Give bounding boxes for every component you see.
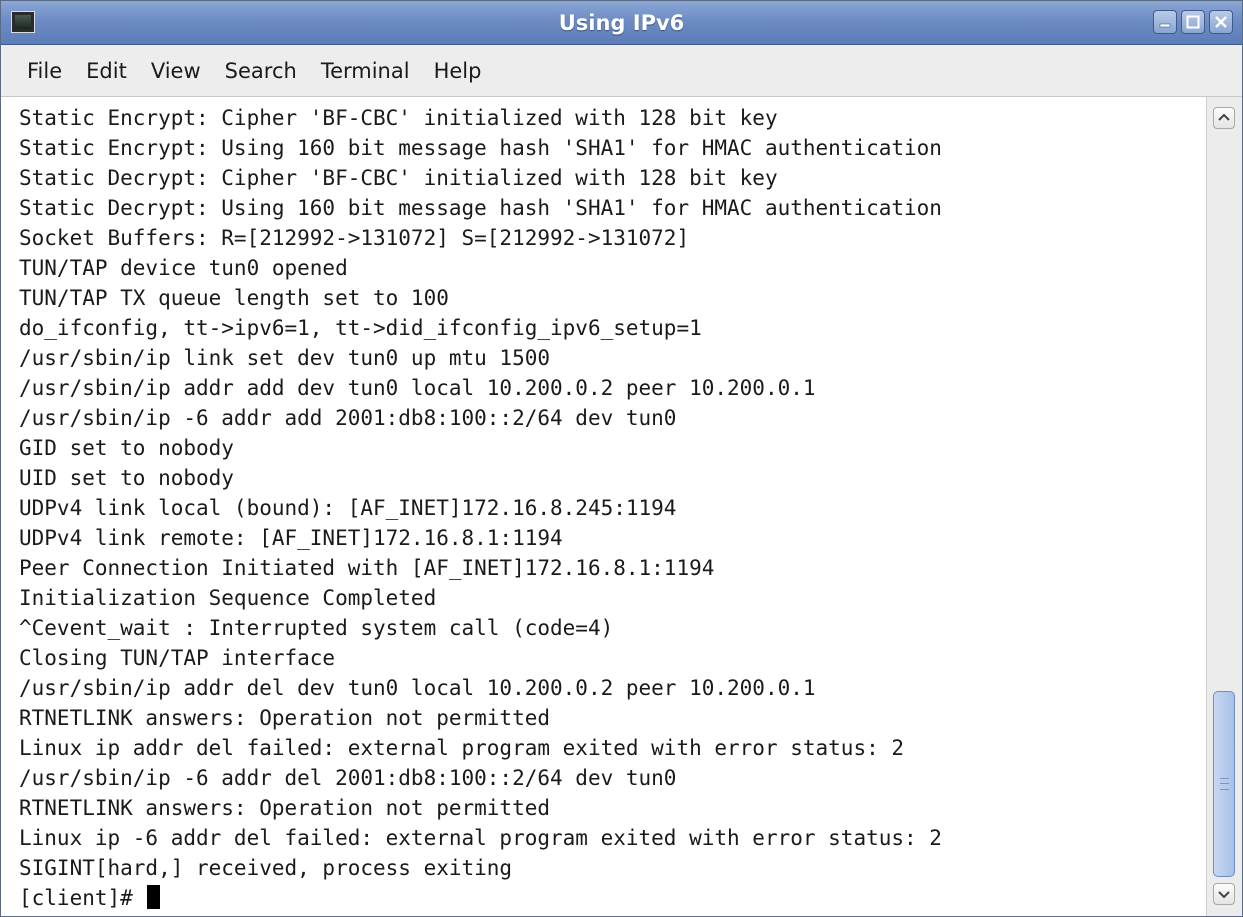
close-icon bbox=[1215, 16, 1227, 28]
menu-bar: File Edit View Search Terminal Help bbox=[1, 45, 1242, 97]
terminal-line: Static Decrypt: Using 160 bit message ha… bbox=[19, 196, 942, 220]
terminal-line: Socket Buffers: R=[212992->131072] S=[21… bbox=[19, 226, 690, 250]
minimize-button[interactable] bbox=[1153, 10, 1177, 34]
terminal-line: Initialization Sequence Completed bbox=[19, 586, 437, 610]
terminal-line: UID set to nobody bbox=[19, 466, 234, 490]
menu-edit[interactable]: Edit bbox=[82, 57, 131, 85]
terminal-window: Using IPv6 File Edit View Search Termina… bbox=[0, 0, 1243, 917]
scroll-down-button[interactable] bbox=[1213, 883, 1235, 905]
terminal-line: GID set to nobody bbox=[19, 436, 234, 460]
terminal-line: UDPv4 link remote: [AF_INET]172.16.8.1:1… bbox=[19, 526, 563, 550]
scroll-up-arrow-icon bbox=[1218, 113, 1230, 121]
terminal-line: TUN/TAP device tun0 opened bbox=[19, 256, 348, 280]
title-bar[interactable]: Using IPv6 bbox=[1, 1, 1242, 45]
scroll-thumb[interactable] bbox=[1213, 691, 1235, 877]
terminal-line: SIGINT[hard,] received, process exiting bbox=[19, 856, 513, 880]
terminal-line: RTNETLINK answers: Operation not permitt… bbox=[19, 796, 551, 820]
close-button[interactable] bbox=[1209, 10, 1233, 34]
window-title: Using IPv6 bbox=[558, 11, 685, 35]
terminal-line: Static Encrypt: Cipher 'BF-CBC' initiali… bbox=[19, 106, 778, 130]
maximize-button[interactable] bbox=[1181, 10, 1205, 34]
grip-icon bbox=[1220, 778, 1229, 790]
terminal-line: do_ifconfig, tt->ipv6=1, tt->did_ifconfi… bbox=[19, 316, 702, 340]
terminal-line: TUN/TAP TX queue length set to 100 bbox=[19, 286, 449, 310]
terminal-line: Linux ip -6 addr del failed: external pr… bbox=[19, 826, 942, 850]
terminal-line: ^Cevent_wait : Interrupted system call (… bbox=[19, 616, 614, 640]
shell-prompt: [client]# bbox=[19, 886, 146, 910]
minimize-icon bbox=[1159, 23, 1171, 28]
maximize-icon bbox=[1186, 15, 1200, 29]
terminal-line: Static Decrypt: Cipher 'BF-CBC' initiali… bbox=[19, 166, 778, 190]
terminal-line: RTNETLINK answers: Operation not permitt… bbox=[19, 706, 551, 730]
menu-help[interactable]: Help bbox=[430, 57, 486, 85]
terminal-output[interactable]: Static Encrypt: Cipher 'BF-CBC' initiali… bbox=[1, 97, 1206, 916]
terminal-line: Peer Connection Initiated with [AF_INET]… bbox=[19, 556, 715, 580]
terminal-line: Linux ip addr del failed: external progr… bbox=[19, 736, 905, 760]
scroll-down-arrow-icon bbox=[1218, 891, 1230, 899]
vertical-scrollbar[interactable] bbox=[1206, 97, 1242, 916]
terminal-line: UDPv4 link local (bound): [AF_INET]172.1… bbox=[19, 496, 677, 520]
scroll-up-button[interactable] bbox=[1213, 107, 1235, 129]
menu-search[interactable]: Search bbox=[221, 57, 301, 85]
terminal-line: /usr/sbin/ip addr add dev tun0 local 10.… bbox=[19, 376, 816, 400]
terminal-line: /usr/sbin/ip addr del dev tun0 local 10.… bbox=[19, 676, 816, 700]
menu-terminal[interactable]: Terminal bbox=[317, 57, 414, 85]
terminal-line: Static Encrypt: Using 160 bit message ha… bbox=[19, 136, 942, 160]
terminal-prompt-line[interactable]: [client]# bbox=[19, 883, 942, 913]
terminal-lines: Static Encrypt: Cipher 'BF-CBC' initiali… bbox=[19, 103, 942, 913]
menu-view[interactable]: View bbox=[147, 57, 205, 85]
terminal-line: /usr/sbin/ip -6 addr add 2001:db8:100::2… bbox=[19, 406, 677, 430]
text-cursor bbox=[147, 885, 161, 909]
menu-file[interactable]: File bbox=[23, 57, 66, 85]
terminal-line: Closing TUN/TAP interface bbox=[19, 646, 336, 670]
terminal-line: /usr/sbin/ip -6 addr del 2001:db8:100::2… bbox=[19, 766, 677, 790]
terminal-line: /usr/sbin/ip link set dev tun0 up mtu 15… bbox=[19, 346, 551, 370]
